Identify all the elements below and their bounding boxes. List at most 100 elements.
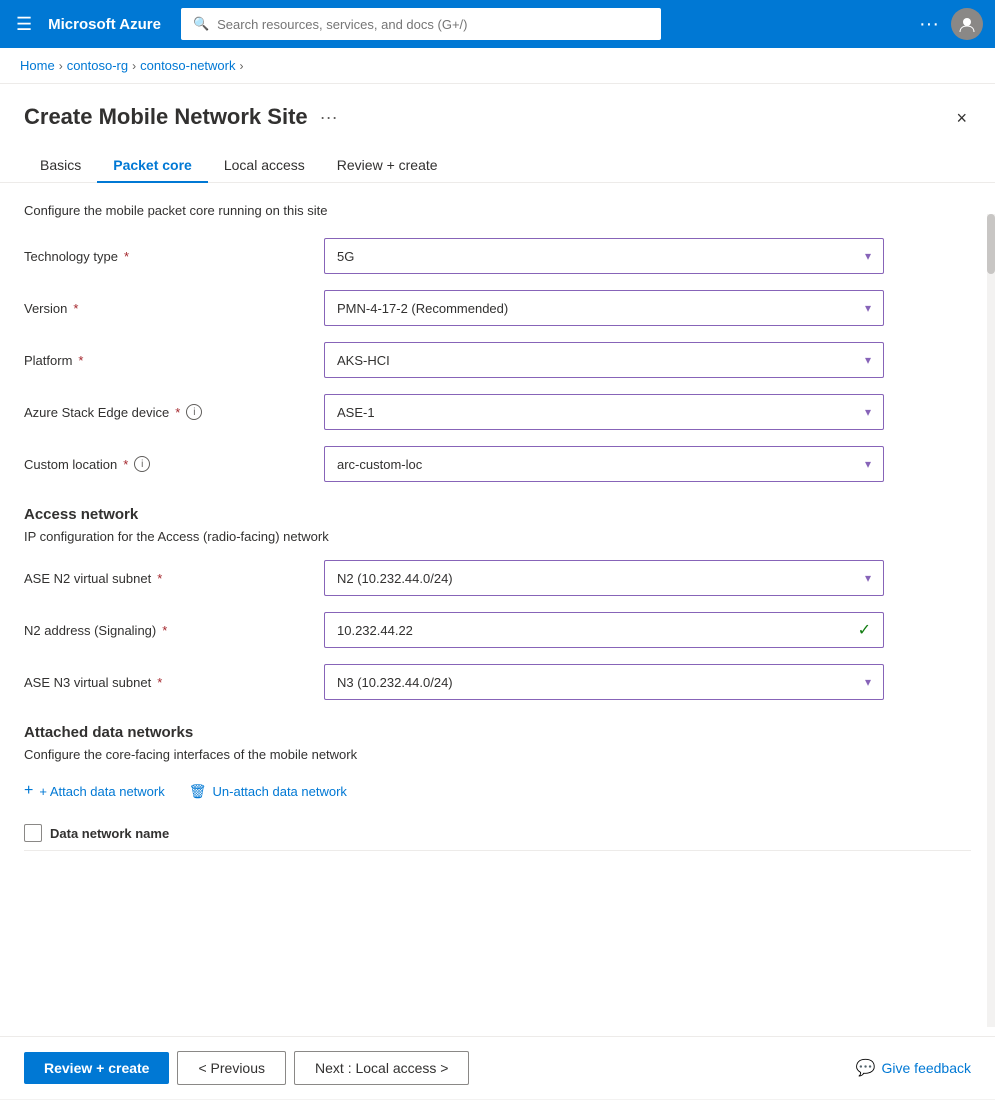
table-select-all-checkbox[interactable]: [24, 824, 42, 842]
panel-header: Create Mobile Network Site ··· ×: [0, 84, 995, 133]
panel-options-icon[interactable]: ···: [320, 107, 338, 128]
panel-title: Create Mobile Network Site: [24, 104, 308, 130]
ase-device-control: ASE-1 ▾: [324, 394, 884, 430]
ase-device-label: Azure Stack Edge device * i: [24, 404, 324, 420]
custom-location-dropdown[interactable]: arc-custom-loc ▾: [324, 446, 884, 482]
give-feedback-button[interactable]: 💬 Give feedback: [856, 1058, 971, 1078]
section-description: Configure the mobile packet core running…: [24, 203, 971, 218]
topbar: ☰ Microsoft Azure 🔍 ···: [0, 0, 995, 48]
close-button[interactable]: ×: [952, 104, 971, 133]
ase-device-value: ASE-1: [337, 405, 375, 420]
ase-device-dropdown[interactable]: ASE-1 ▾: [324, 394, 884, 430]
ase-n3-subnet-arrow-icon: ▾: [865, 675, 871, 689]
version-arrow-icon: ▾: [865, 301, 871, 315]
ase-n2-subnet-dropdown[interactable]: N2 (10.232.44.0/24) ▾: [324, 560, 884, 596]
next-button[interactable]: Next : Local access >: [294, 1051, 469, 1085]
tab-review-create[interactable]: Review + create: [321, 149, 454, 183]
platform-required: *: [78, 353, 83, 368]
unattach-network-label: Un-attach data network: [213, 784, 347, 799]
custom-location-control: arc-custom-loc ▾: [324, 446, 884, 482]
topbar-right: ···: [919, 8, 983, 40]
network-actions: + + Attach data network 🗑 Un-attach data…: [24, 778, 971, 804]
ase-n2-subnet-arrow-icon: ▾: [865, 571, 871, 585]
footer: Review + create < Previous Next : Local …: [0, 1036, 995, 1099]
platform-value: AKS-HCI: [337, 353, 390, 368]
attached-networks-subtext: Configure the core-facing interfaces of …: [24, 747, 971, 762]
breadcrumb-sep-3: ›: [240, 59, 244, 73]
avatar[interactable]: [951, 8, 983, 40]
custom-location-label: Custom location * i: [24, 456, 324, 472]
hamburger-menu-icon[interactable]: ☰: [12, 10, 36, 39]
scrollbar-track[interactable]: [987, 214, 995, 1027]
breadcrumb-home[interactable]: Home: [20, 58, 55, 73]
ase-device-required: *: [175, 405, 180, 420]
panel-title-row: Create Mobile Network Site ···: [24, 104, 338, 130]
scrollbar-thumb[interactable]: [987, 214, 995, 274]
topbar-more-icon[interactable]: ···: [919, 13, 939, 36]
ase-n3-subnet-label: ASE N3 virtual subnet *: [24, 675, 324, 690]
footer-right: 💬 Give feedback: [856, 1058, 971, 1078]
breadcrumb: Home › contoso-rg › contoso-network ›: [0, 48, 995, 84]
ase-n3-subnet-row: ASE N3 virtual subnet * N3 (10.232.44.0/…: [24, 664, 971, 700]
tab-packet-core[interactable]: Packet core: [97, 149, 208, 183]
unattach-network-button[interactable]: 🗑 Un-attach data network: [189, 779, 347, 804]
tabs: Basics Packet core Local access Review +…: [0, 133, 995, 183]
ase-device-arrow-icon: ▾: [865, 405, 871, 419]
technology-type-row: Technology type * 5G ▾: [24, 238, 971, 274]
data-network-col-header: Data network name: [50, 826, 169, 841]
breadcrumb-network[interactable]: contoso-network: [140, 58, 235, 73]
ase-device-info-icon[interactable]: i: [186, 404, 202, 420]
version-label: Version *: [24, 301, 324, 316]
version-control: PMN-4-17-2 (Recommended) ▾: [324, 290, 884, 326]
search-input[interactable]: [217, 17, 649, 32]
n2-address-control: 10.232.44.22 ✓: [324, 612, 884, 648]
platform-label: Platform *: [24, 353, 324, 368]
version-row: Version * PMN-4-17-2 (Recommended) ▾: [24, 290, 971, 326]
custom-location-info-icon[interactable]: i: [134, 456, 150, 472]
custom-location-required: *: [123, 457, 128, 472]
review-create-button[interactable]: Review + create: [24, 1052, 169, 1084]
breadcrumb-rg[interactable]: contoso-rg: [67, 58, 128, 73]
previous-button[interactable]: < Previous: [177, 1051, 286, 1085]
feedback-icon: 💬: [856, 1058, 876, 1078]
ase-n2-subnet-value: N2 (10.232.44.0/24): [337, 571, 453, 586]
tab-local-access[interactable]: Local access: [208, 149, 321, 183]
ase-device-row: Azure Stack Edge device * i ASE-1 ▾: [24, 394, 971, 430]
plus-icon: +: [24, 782, 33, 800]
attach-network-label: + Attach data network: [39, 784, 164, 799]
technology-type-label: Technology type *: [24, 249, 324, 264]
attached-networks-heading: Attached data networks: [24, 724, 971, 741]
ase-n3-subnet-required: *: [157, 675, 162, 690]
custom-location-arrow-icon: ▾: [865, 457, 871, 471]
technology-type-control: 5G ▾: [324, 238, 884, 274]
custom-location-value: arc-custom-loc: [337, 457, 422, 472]
platform-arrow-icon: ▾: [865, 353, 871, 367]
ase-n2-subnet-control: N2 (10.232.44.0/24) ▾: [324, 560, 884, 596]
attach-network-button[interactable]: + + Attach data network: [24, 778, 165, 804]
tab-basics[interactable]: Basics: [24, 149, 97, 183]
platform-dropdown[interactable]: AKS-HCI ▾: [324, 342, 884, 378]
technology-type-required: *: [124, 249, 129, 264]
ase-n3-subnet-value: N3 (10.232.44.0/24): [337, 675, 453, 690]
ase-n3-subnet-control: N3 (10.232.44.0/24) ▾: [324, 664, 884, 700]
custom-location-row: Custom location * i arc-custom-loc ▾: [24, 446, 971, 482]
technology-type-arrow-icon: ▾: [865, 249, 871, 263]
n2-address-value: 10.232.44.22: [337, 623, 413, 638]
breadcrumb-sep-2: ›: [132, 59, 136, 73]
technology-type-dropdown[interactable]: 5G ▾: [324, 238, 884, 274]
n2-address-input[interactable]: 10.232.44.22 ✓: [324, 612, 884, 648]
brand-label: Microsoft Azure: [48, 16, 161, 33]
platform-row: Platform * AKS-HCI ▾: [24, 342, 971, 378]
n2-address-check-icon: ✓: [858, 620, 871, 640]
n2-address-row: N2 address (Signaling) * 10.232.44.22 ✓: [24, 612, 971, 648]
ase-n3-subnet-dropdown[interactable]: N3 (10.232.44.0/24) ▾: [324, 664, 884, 700]
ase-n2-subnet-label: ASE N2 virtual subnet *: [24, 571, 324, 586]
breadcrumb-sep-1: ›: [59, 59, 63, 73]
access-network-heading: Access network: [24, 506, 971, 523]
ase-n2-subnet-row: ASE N2 virtual subnet * N2 (10.232.44.0/…: [24, 560, 971, 596]
version-dropdown[interactable]: PMN-4-17-2 (Recommended) ▾: [324, 290, 884, 326]
feedback-label: Give feedback: [882, 1060, 972, 1076]
n2-address-label: N2 address (Signaling) *: [24, 623, 324, 638]
version-required: *: [73, 301, 78, 316]
search-bar[interactable]: 🔍: [181, 8, 661, 40]
